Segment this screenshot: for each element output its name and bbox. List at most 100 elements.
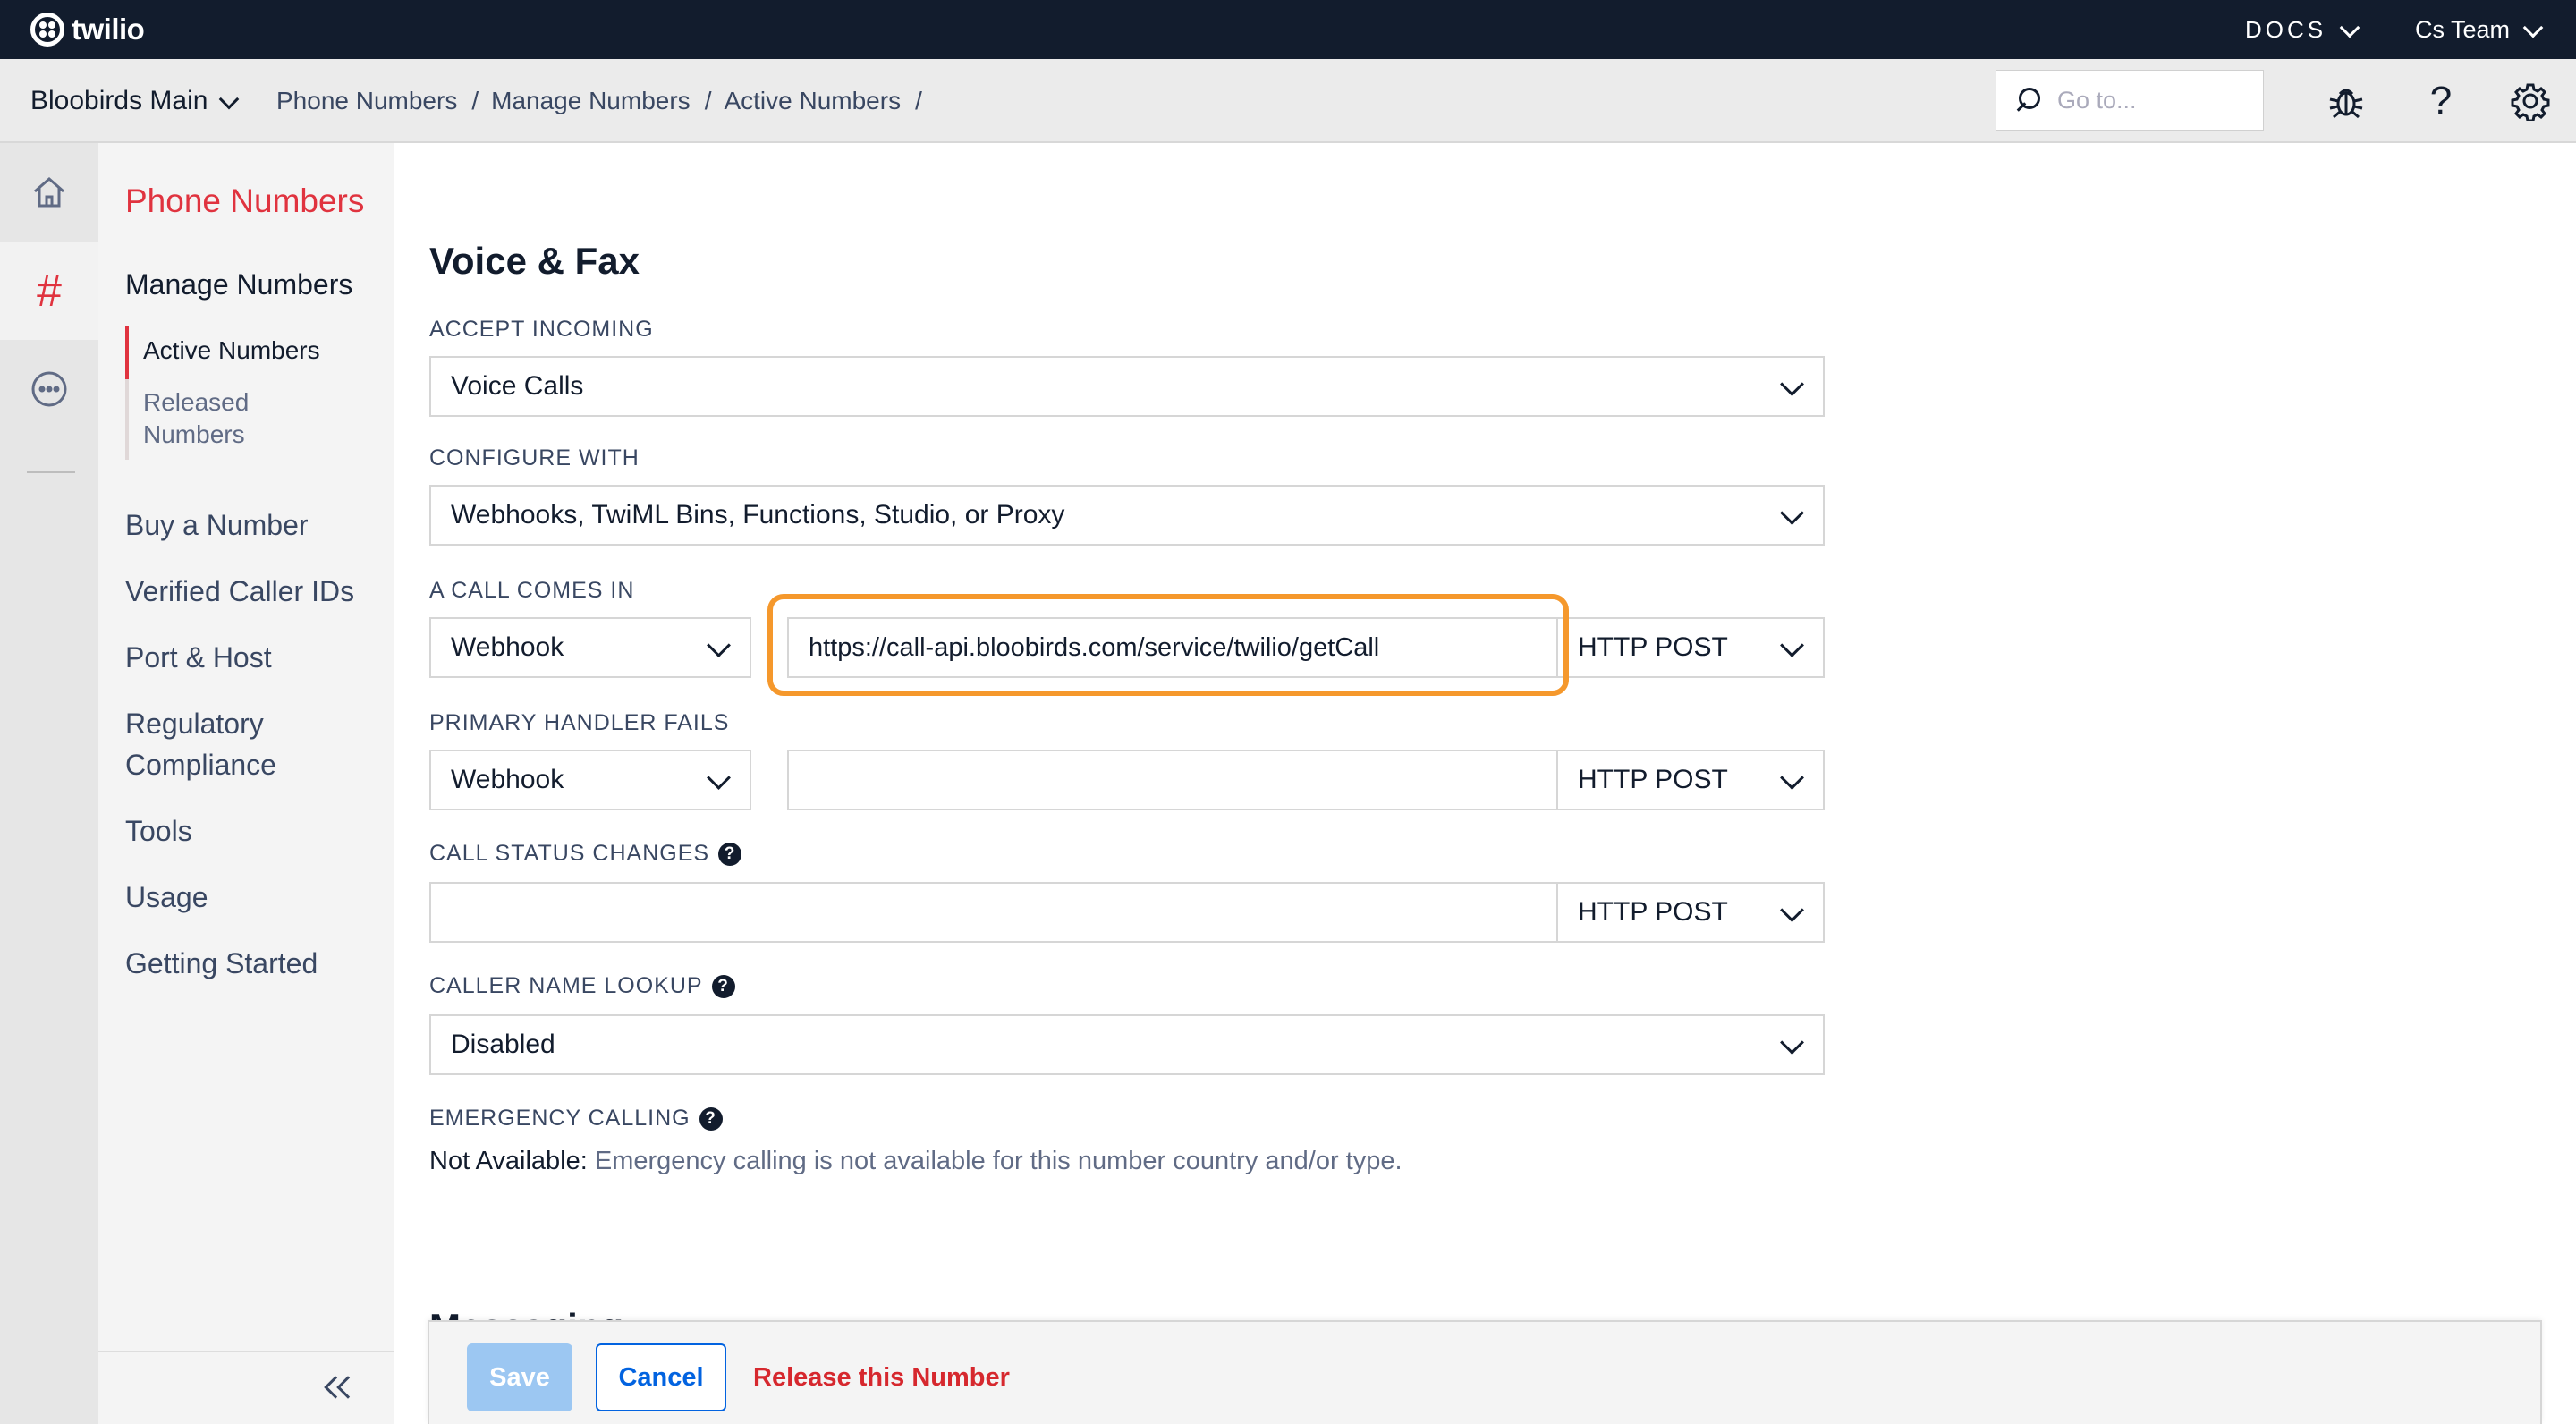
context-bar: Bloobirds Main Phone Numbers / Manage Nu… [0, 59, 2576, 143]
breadcrumb-separator: / [915, 87, 922, 114]
breadcrumb: Phone Numbers / Manage Numbers / Active … [276, 59, 935, 143]
configure-with-select[interactable]: Webhooks, TwiML Bins, Functions, Studio,… [429, 485, 1825, 546]
project-switcher[interactable]: Bloobirds Main [30, 59, 238, 143]
chevron-down-icon [1778, 503, 1803, 528]
more-icon[interactable] [0, 340, 98, 438]
chevron-down-icon [218, 91, 238, 111]
sidenav-item-released-numbers[interactable]: Released Numbers [143, 386, 268, 451]
accept-incoming-value: Voice Calls [451, 371, 584, 401]
emergency-status-label: Not Available: [429, 1147, 588, 1175]
main-content: Voice & Fax ACCEPT INCOMING Voice Calls … [394, 143, 2576, 1424]
call-comes-in-method-value: HTTP POST [1578, 632, 1728, 662]
caller-name-lookup-label-text: CALLER NAME LOOKUP [429, 973, 703, 998]
sidenav-footer [98, 1351, 394, 1424]
docs-label: DOCS [2245, 15, 2327, 43]
twilio-logo[interactable]: twilio [30, 10, 145, 49]
breadcrumb-active-numbers[interactable]: Active Numbers [724, 87, 901, 115]
phone-numbers-hash-icon[interactable]: # [0, 242, 98, 340]
call-comes-in-label-text: A CALL COMES IN [429, 578, 635, 603]
call-status-method-select[interactable]: HTTP POST [1556, 882, 1825, 943]
primary-handler-method-select[interactable]: HTTP POST [1556, 750, 1825, 810]
call-status-changes-label-text: CALL STATUS CHANGES [429, 841, 710, 866]
sidenav-manage-numbers[interactable]: Manage Numbers [125, 268, 352, 301]
call-status-url-input[interactable] [429, 882, 1558, 943]
call-status-method-value: HTTP POST [1578, 897, 1728, 927]
goto-search[interactable] [1996, 70, 2264, 131]
primary-handler-method-value: HTTP POST [1578, 765, 1728, 794]
accept-incoming-label-text: ACCEPT INCOMING [429, 317, 654, 342]
primary-handler-fails-label-text: PRIMARY HANDLER FAILS [429, 710, 730, 735]
caller-name-lookup-select[interactable]: Disabled [429, 1014, 1825, 1075]
docs-menu[interactable]: DOCS [2245, 0, 2359, 59]
sidenav-item-regulatory-compliance[interactable]: Regulatory Compliance [125, 703, 340, 785]
sidenav-item-port-host[interactable]: Port & Host [125, 637, 272, 678]
voice-fax-heading: Voice & Fax [429, 240, 640, 282]
phone-numbers-sidenav: Phone Numbers Manage Numbers Active Numb… [98, 143, 394, 1424]
sidenav-item-verified-caller-ids[interactable]: Verified Caller IDs [125, 571, 354, 612]
top-bar: twilio DOCS Cs Team [0, 0, 2576, 59]
home-icon[interactable] [0, 143, 98, 242]
primary-handler-type-select[interactable]: Webhook [429, 750, 751, 810]
product-rail: # [0, 143, 98, 1424]
goto-search-input[interactable] [2057, 86, 2236, 114]
primary-handler-url-input[interactable] [787, 750, 1558, 810]
sidenav-item-tools[interactable]: Tools [125, 810, 192, 852]
logo-text: twilio [72, 13, 145, 46]
breadcrumb-separator: / [704, 87, 712, 114]
breadcrumb-separator: / [471, 87, 479, 114]
configure-with-label: CONFIGURE WITH [429, 445, 640, 471]
sidenav-item-usage[interactable]: Usage [125, 877, 208, 918]
caller-name-lookup-value: Disabled [451, 1030, 555, 1059]
chevron-down-icon [1778, 635, 1803, 660]
action-footer: Save Cancel Release this Number [428, 1320, 2542, 1424]
emergency-calling-label-text: EMERGENCY CALLING [429, 1106, 691, 1131]
account-menu[interactable]: Cs Team [2415, 0, 2542, 59]
chevron-down-icon [1778, 767, 1803, 793]
emergency-calling-note: Not Available: Emergency calling is not … [429, 1147, 1402, 1176]
chevron-down-icon [705, 635, 730, 660]
url-highlight-annotation [767, 594, 1569, 696]
emergency-status-text: Emergency calling is not available for t… [587, 1147, 1402, 1175]
breadcrumb-manage-numbers[interactable]: Manage Numbers [491, 87, 691, 115]
call-comes-in-method-select[interactable]: HTTP POST [1556, 617, 1825, 678]
help-circle-icon[interactable]: ? [711, 974, 735, 998]
chevron-down-icon [1778, 374, 1803, 399]
sidenav-item-active-numbers[interactable]: Active Numbers [143, 335, 320, 367]
call-comes-in-type-value: Webhook [451, 632, 564, 662]
debugger-bug-icon[interactable] [2324, 79, 2368, 123]
search-icon [2014, 87, 2041, 114]
emergency-calling-label: EMERGENCY CALLING ? [429, 1106, 723, 1132]
sidenav-item-buy-a-number[interactable]: Buy a Number [125, 504, 309, 546]
help-circle-icon[interactable]: ? [718, 842, 742, 866]
call-comes-in-label: A CALL COMES IN [429, 578, 634, 604]
save-button[interactable]: Save [467, 1343, 572, 1411]
gear-icon[interactable] [2508, 79, 2553, 123]
active-indicator [125, 326, 129, 379]
cancel-button[interactable]: Cancel [596, 1343, 726, 1411]
accept-incoming-select[interactable]: Voice Calls [429, 356, 1825, 417]
manage-numbers-group: Active Numbers Released Numbers [125, 326, 358, 460]
call-comes-in-type-select[interactable]: Webhook [429, 617, 751, 678]
twilio-logo-icon [30, 13, 64, 47]
help-circle-icon[interactable]: ? [699, 1106, 723, 1131]
rail-divider [27, 471, 75, 473]
chevron-down-icon [705, 767, 730, 793]
chevron-down-icon [2339, 20, 2359, 39]
project-name: Bloobirds Main [30, 86, 208, 115]
help-icon[interactable]: ? [2419, 79, 2463, 123]
chevron-down-icon [1778, 900, 1803, 925]
team-label: Cs Team [2415, 15, 2511, 43]
chevron-down-icon [2522, 20, 2542, 39]
sidenav-item-getting-started[interactable]: Getting Started [125, 943, 318, 984]
accept-incoming-label: ACCEPT INCOMING [429, 317, 654, 343]
release-number-link[interactable]: Release this Number [753, 1343, 1013, 1411]
breadcrumb-phone-numbers[interactable]: Phone Numbers [276, 87, 457, 115]
configure-with-label-text: CONFIGURE WITH [429, 445, 640, 470]
chevron-down-icon [1778, 1032, 1803, 1057]
caller-name-lookup-label: CALLER NAME LOOKUP ? [429, 973, 735, 999]
sidenav-title[interactable]: Phone Numbers [125, 182, 364, 220]
primary-handler-type-value: Webhook [451, 765, 564, 794]
primary-handler-fails-label: PRIMARY HANDLER FAILS [429, 710, 729, 736]
collapse-sidebar-icon[interactable] [322, 1374, 360, 1401]
call-status-changes-label: CALL STATUS CHANGES ? [429, 841, 742, 867]
